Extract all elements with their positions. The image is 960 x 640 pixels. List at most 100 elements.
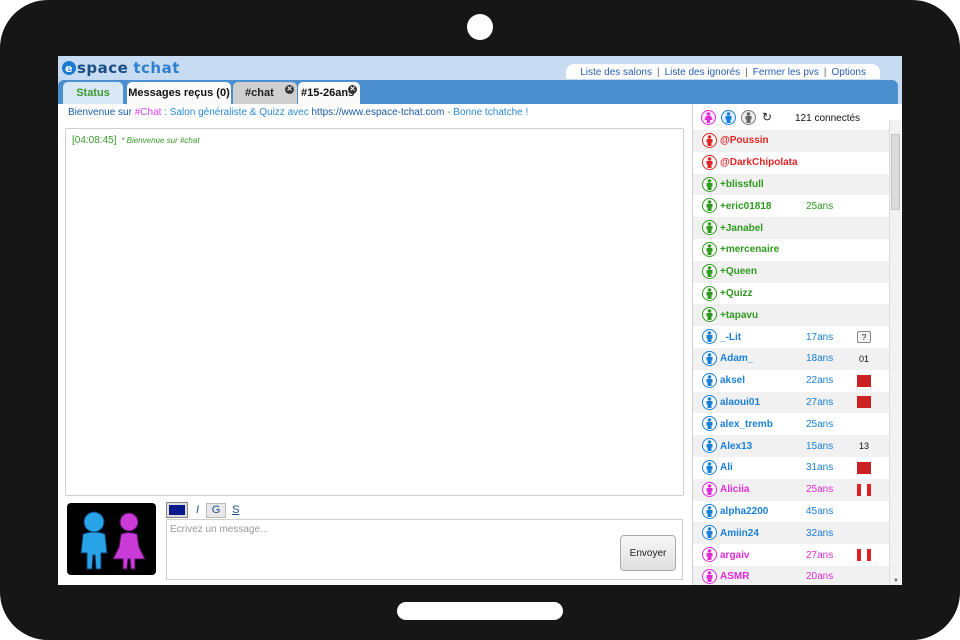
underline-button[interactable]: S (232, 504, 239, 516)
user-gender-icon (702, 503, 717, 519)
link-close-pvs[interactable]: Fermer les pvs (753, 67, 819, 78)
user-row[interactable]: +mercenaire (693, 239, 889, 261)
topic-url[interactable]: https://www.espace-tchat.com (311, 107, 444, 118)
user-gender-icon (702, 416, 717, 432)
user-name[interactable]: +Quizz (720, 288, 753, 299)
user-name[interactable]: Aliciia (720, 484, 749, 495)
user-row[interactable]: alex_tremb 25ans (693, 413, 889, 435)
country-flag-icon (857, 461, 871, 474)
user-row[interactable]: Alex13 15ans 13 (693, 435, 889, 457)
scrollbar-thumb[interactable] (891, 134, 900, 210)
user-name[interactable]: aksel (720, 375, 745, 386)
user-region: 01 (858, 353, 869, 364)
user-age: 31ans (806, 462, 834, 474)
tab-messages[interactable]: Messages reçus (0) (127, 82, 231, 104)
user-row[interactable]: _-Lit 17ans? (693, 326, 889, 348)
user-row[interactable]: ASMR 20ans (693, 565, 889, 585)
user-row[interactable]: Aliciia 25ans (693, 478, 889, 501)
gender-avatar[interactable] (67, 503, 156, 575)
logo[interactable]: e space tchat (62, 58, 180, 78)
link-room-list[interactable]: Liste des salons (580, 67, 652, 78)
user-age: 18ans (806, 353, 834, 365)
user-age: 15ans (806, 440, 834, 452)
bold-button[interactable]: G (206, 502, 227, 518)
user-list-scrollbar[interactable]: ▼ (889, 120, 901, 585)
message-time: [04:08:45] (72, 135, 117, 146)
user-name[interactable]: alpha2200 (720, 506, 768, 517)
tab-status[interactable]: Status (63, 82, 123, 104)
user-name[interactable]: argaiv (720, 550, 749, 561)
user-name[interactable]: Adam_ (720, 353, 753, 364)
user-gender-icon (702, 372, 717, 388)
user-age: 45ans (806, 505, 834, 517)
user-row[interactable]: Adam_ 18ans 01 (693, 347, 889, 370)
home-bar[interactable] (397, 602, 563, 620)
user-gender-icon (702, 350, 717, 366)
user-name[interactable]: @Poussin (720, 135, 769, 146)
user-name[interactable]: +blissfull (720, 179, 764, 190)
unknown-location-icon: ? (857, 331, 871, 344)
user-name[interactable]: +mercenaire (720, 244, 779, 255)
user-row[interactable]: @DarkChipolata (693, 152, 889, 174)
user-row[interactable]: +eric01818 25ans (693, 195, 889, 217)
refresh-icon[interactable]: ↻ (762, 110, 772, 124)
tab-chat[interactable]: #chat ✕ (233, 82, 297, 104)
male-filter-icon[interactable] (721, 109, 736, 125)
close-icon[interactable]: ✕ (285, 85, 294, 94)
user-name[interactable]: Amiin24 (720, 528, 759, 539)
user-name[interactable]: +eric01818 (720, 201, 771, 212)
user-row[interactable]: +blissfull (693, 173, 889, 196)
user-name[interactable]: Ali (720, 462, 733, 473)
top-links: Liste des salons | Liste des ignorés | F… (566, 64, 880, 79)
user-row[interactable]: +Quizz (693, 283, 889, 305)
screen: e space tchat Liste des salons | Liste d… (58, 56, 902, 585)
user-age: 32ans (806, 527, 834, 539)
user-row[interactable]: Ali 31ans (693, 457, 889, 479)
user-name[interactable]: ASMR (720, 571, 749, 582)
user-name[interactable]: alaoui01 (720, 397, 760, 408)
user-name[interactable]: _-Lit (720, 332, 741, 343)
close-icon[interactable]: ✕ (348, 85, 357, 94)
user-row[interactable]: Amiin24 32ans (693, 522, 889, 545)
user-row[interactable]: alpha2200 45ans (693, 501, 889, 523)
user-row[interactable]: +Janabel (693, 217, 889, 239)
male-female-avatar-icon (80, 511, 146, 570)
user-region: 13 (858, 441, 869, 452)
user-age: 17ans (806, 331, 834, 343)
user-name[interactable]: alex_tremb (720, 419, 773, 430)
scroll-down-arrow-icon[interactable]: ▼ (893, 578, 899, 584)
user-row[interactable]: aksel 22ans (693, 370, 889, 392)
link-options[interactable]: Options (832, 67, 866, 78)
user-name[interactable]: Alex13 (720, 441, 752, 452)
user-age: 25ans (806, 418, 834, 430)
user-gender-icon (702, 525, 717, 541)
header: e space tchat Liste des salons | Liste d… (58, 56, 902, 104)
link-ignored-list[interactable]: Liste des ignorés (665, 67, 741, 78)
user-gender-icon (702, 547, 717, 563)
user-row[interactable]: argaiv 27ans (693, 544, 889, 566)
connected-count: 121 connectés (795, 113, 861, 124)
neutral-filter-icon[interactable] (741, 109, 756, 125)
user-name[interactable]: +tapavu (720, 310, 758, 321)
tab-15-26ans[interactable]: #15-26ans ✕ (298, 82, 360, 104)
text-color-picker[interactable] (166, 502, 188, 518)
user-row[interactable]: +Queen (693, 260, 889, 283)
italic-button[interactable]: I (196, 504, 199, 516)
user-gender-icon (702, 285, 717, 301)
logo-e-icon: e (62, 61, 76, 75)
chat-log[interactable]: [04:08:45] * Bienvenue sur #chat (65, 128, 684, 496)
message-composer: Envoyer (166, 519, 683, 580)
message-input[interactable] (170, 524, 610, 574)
user-row[interactable]: +tapavu (693, 304, 889, 327)
user-name[interactable]: +Janabel (720, 223, 763, 234)
send-button[interactable]: Envoyer (620, 535, 676, 571)
user-row[interactable]: @Poussin (693, 130, 889, 152)
user-list-panel: ↻ 121 connectés @Poussin @DarkChipolata +b… (693, 104, 902, 585)
user-name[interactable]: @DarkChipolata (720, 157, 798, 168)
user-name[interactable]: +Queen (720, 266, 757, 277)
user-gender-icon (702, 176, 717, 192)
user-row[interactable]: alaoui01 27ans (693, 391, 889, 414)
female-filter-icon[interactable] (701, 109, 716, 125)
user-age: 25ans (806, 484, 834, 496)
user-gender-icon (702, 154, 717, 170)
